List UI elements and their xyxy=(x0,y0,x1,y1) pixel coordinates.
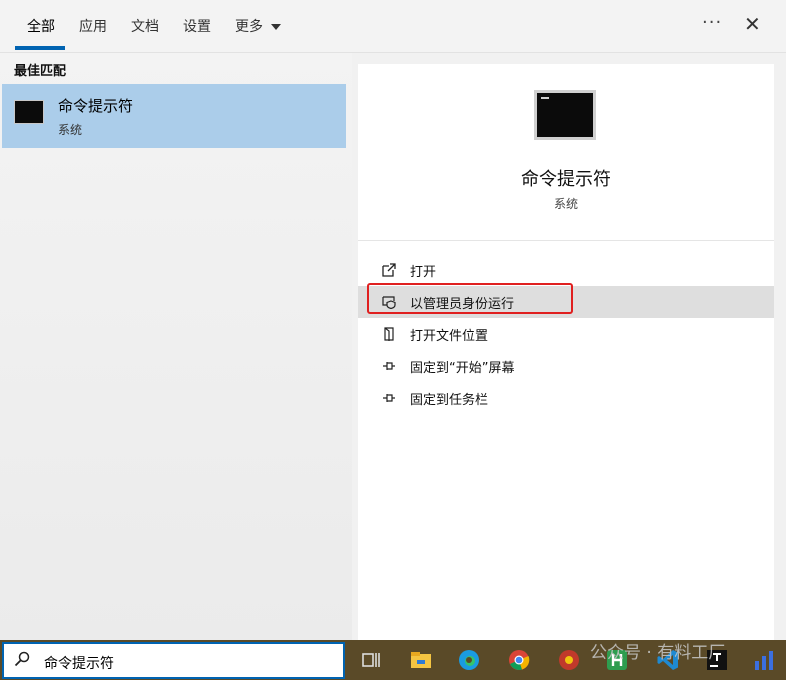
folder-icon xyxy=(384,327,394,341)
active-tab-indicator xyxy=(15,46,65,50)
action-open[interactable]: 打开 xyxy=(358,254,774,286)
cmd-large-icon xyxy=(534,90,596,140)
tab-apps[interactable]: 应用 xyxy=(79,16,107,36)
best-match-item[interactable] xyxy=(2,84,346,148)
chart-app-icon[interactable] xyxy=(752,648,776,672)
highlight-annotation xyxy=(367,283,573,314)
best-match-title: 命令提示符 xyxy=(58,97,134,115)
watermark: 公众号 · 有料工厂 xyxy=(590,643,726,663)
tab-settings[interactable]: 设置 xyxy=(183,16,211,36)
pin-icon xyxy=(383,394,395,402)
action-pin-to-taskbar[interactable]: 固定到任务栏 xyxy=(358,382,774,414)
detail-title: 命令提示符 xyxy=(521,169,611,190)
action-pin-to-start-label: 固定到“开始”屏幕 xyxy=(410,361,515,376)
action-open-file-location[interactable]: 打开文件位置 xyxy=(358,318,774,350)
divider xyxy=(358,240,774,241)
tab-more-label: 更多 xyxy=(235,19,263,35)
app-icon[interactable] xyxy=(557,648,581,672)
tab-documents[interactable]: 文档 xyxy=(131,16,159,36)
file-explorer-icon[interactable] xyxy=(409,648,433,672)
tab-all[interactable]: 全部 xyxy=(27,16,55,36)
action-open-file-location-label: 打开文件位置 xyxy=(410,329,489,344)
action-open-label: 打开 xyxy=(410,265,437,280)
action-pin-to-start[interactable]: 固定到“开始”屏幕 xyxy=(358,350,774,382)
search-header xyxy=(0,0,786,53)
detail-subtitle: 系统 xyxy=(553,197,578,211)
chevron-down-icon xyxy=(271,24,282,30)
search-input[interactable]: 命令提示符 xyxy=(2,642,345,679)
chrome-icon[interactable] xyxy=(507,648,531,672)
best-match-subtitle: 系统 xyxy=(58,123,83,137)
search-value: 命令提示符 xyxy=(44,656,114,672)
search-icon xyxy=(14,651,30,667)
action-pin-to-taskbar-label: 固定到任务栏 xyxy=(410,393,489,408)
edge-icon[interactable] xyxy=(457,648,481,672)
pin-icon xyxy=(383,362,395,370)
task-view-icon[interactable] xyxy=(358,648,382,672)
open-icon xyxy=(382,263,396,277)
ellipsis-icon[interactable]: ··· xyxy=(702,12,722,33)
close-icon[interactable]: ✕ xyxy=(744,12,761,36)
cmd-app-icon xyxy=(14,100,44,124)
best-match-heading: 最佳匹配 xyxy=(14,64,67,79)
tab-more[interactable]: 更多 xyxy=(235,16,282,36)
